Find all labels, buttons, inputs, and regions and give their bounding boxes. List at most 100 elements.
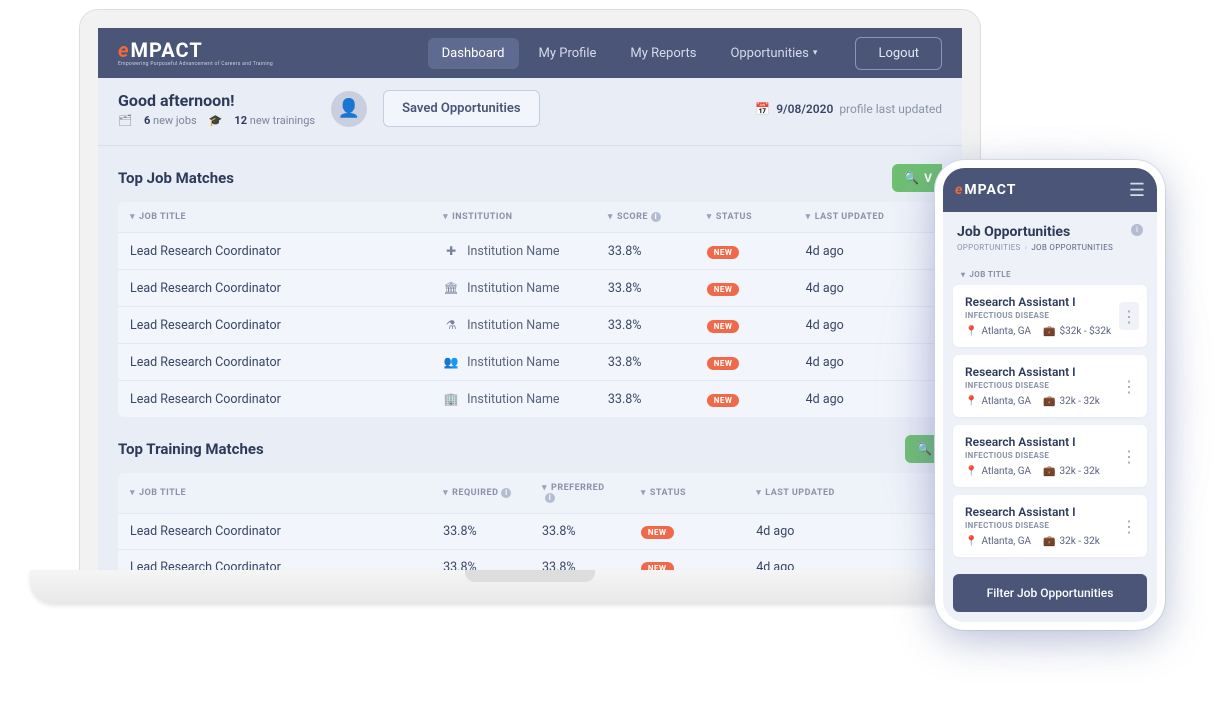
breadcrumb: OPPORTUNITIES › JOB OPPORTUNITIES [957, 243, 1143, 252]
job-card[interactable]: Research Assistant I INFECTIOUS DISEASE 📍A… [953, 285, 1147, 347]
card-department: INFECTIOUS DISEASE [965, 311, 1135, 320]
nav-label: Dashboard [442, 46, 505, 61]
info-icon[interactable]: i [651, 212, 661, 222]
cell-institution: 🏛Institution Name [431, 270, 596, 307]
institution-icon: 👥 [443, 354, 459, 370]
new-trainings-count: 12 [234, 114, 247, 127]
saved-opportunities-button[interactable]: Saved Opportunities [383, 90, 539, 127]
card-menu-icon[interactable]: ⋮ [1119, 372, 1139, 400]
info-icon[interactable]: i [501, 488, 511, 498]
logo-text: MPACT [964, 182, 1016, 198]
mobile-titlebar: Job Opportunities OPPORTUNITIES › JOB OP… [943, 212, 1157, 260]
col-status[interactable]: ▾STATUS [695, 202, 794, 233]
location-pin-icon: 📍 [965, 396, 977, 407]
table-row[interactable]: Lead Research Coordinator🏛Institution Na… [118, 270, 942, 307]
search-icon: 🔍 [917, 442, 932, 456]
training-section-title-row: Top Training Matches 🔍 [98, 417, 962, 473]
new-jobs-count: 6 [144, 114, 150, 127]
col-status[interactable]: ▾STATUS [629, 473, 744, 514]
new-badge: NEW [707, 246, 740, 259]
jobs-section-title-row: Top Job Matches 🔍 V [98, 146, 962, 202]
nav-my-profile[interactable]: My Profile [525, 38, 611, 69]
nav-opportunities[interactable]: Opportunities ▾ [716, 38, 831, 69]
logo-tagline: Empowering Purposeful Advancement of Car… [118, 62, 273, 67]
filter-button[interactable]: Filter Job Opportunities [953, 574, 1147, 612]
job-card[interactable]: Research Assistant IINFECTIOUS DISEASE📍A… [953, 355, 1147, 417]
col-score[interactable]: ▾SCOREi [596, 202, 695, 233]
jobs-section-title: Top Job Matches [118, 169, 234, 187]
sort-icon: ▾ [641, 488, 646, 498]
briefcase-icon: 🗂 [118, 114, 132, 127]
phone-screen: eMPACT ☰ Job Opportunities OPPORTUNITIES… [943, 168, 1157, 622]
avatar[interactable]: 👤 [331, 91, 367, 127]
nav-my-reports[interactable]: My Reports [616, 38, 710, 69]
profile-updated-label: profile last updated [839, 102, 942, 116]
col-required[interactable]: ▾REQUIREDi [431, 473, 530, 514]
nav-dashboard[interactable]: Dashboard [428, 38, 519, 69]
mobile-list-header[interactable]: ▾ JOB TITLE [953, 260, 1147, 285]
breadcrumb-current: JOB OPPORTUNITIES [1031, 243, 1113, 252]
sort-icon: ▾ [443, 488, 448, 498]
table-row[interactable]: Lead Research Coordinator⚗Institution Na… [118, 307, 942, 344]
logout-button[interactable]: Logout [855, 37, 942, 70]
sort-icon: ▾ [707, 212, 712, 222]
col-job-title[interactable]: ▾JOB TITLE [118, 202, 431, 233]
cell-job-title: Lead Research Coordinator [118, 550, 431, 571]
institution-icon: ⚗ [443, 317, 459, 333]
col-last-updated[interactable]: ▾LAST UPDATED [794, 202, 942, 233]
mobile-list-header-label: JOB TITLE [969, 270, 1010, 279]
chevron-down-icon: ▾ [813, 48, 818, 58]
card-menu-icon[interactable]: ⋮ [1119, 512, 1139, 540]
new-badge: NEW [641, 526, 674, 539]
brand-logo[interactable]: eMPACT Empowering Purposeful Advancement… [118, 40, 273, 67]
sort-icon: ▾ [130, 212, 135, 222]
cell-score: 33.8% [596, 344, 695, 381]
sort-icon: ▾ [756, 488, 761, 498]
subheader: Good afternoon! 🗂 6 new jobs 🎓 12 new tr… [98, 78, 962, 146]
breadcrumb-root[interactable]: OPPORTUNITIES [957, 243, 1021, 252]
salary-icon: 💼 [1043, 396, 1055, 407]
job-card[interactable]: Research Assistant IINFECTIOUS DISEASE📍A… [953, 495, 1147, 557]
card-title: Research Assistant I [965, 505, 1135, 519]
card-meta: 📍Atlanta, GA💼$32k - $32k [965, 326, 1135, 337]
hamburger-menu-icon[interactable]: ☰ [1129, 180, 1145, 201]
institution-icon: 🏢 [443, 391, 459, 407]
cell-last-updated: 4d ago [794, 381, 942, 418]
sort-icon: ▾ [806, 212, 811, 222]
col-job-title[interactable]: ▾JOB TITLE [118, 473, 431, 514]
salary-icon: 💼 [1043, 536, 1055, 547]
cell-status: NEW [695, 270, 794, 307]
card-title: Research Assistant I [965, 435, 1135, 449]
institution-icon: ✚ [443, 243, 459, 259]
table-row[interactable]: Lead Research Coordinator33.8%33.8%NEW4d… [118, 550, 942, 571]
table-row[interactable]: Lead Research Coordinator👥Institution Na… [118, 344, 942, 381]
new-jobs-label: new jobs [153, 114, 197, 127]
mobile-brand-logo[interactable]: eMPACT [955, 182, 1016, 198]
col-preferred[interactable]: ▾PREFERREDi [530, 473, 629, 514]
card-menu-icon[interactable]: ⋮ [1119, 442, 1139, 470]
col-last-updated[interactable]: ▾LAST UPDATED [744, 473, 942, 514]
logo-accent: e [118, 40, 129, 60]
logo-text: MPACT [130, 40, 202, 60]
cell-last-updated: 4d ago [794, 270, 942, 307]
new-trainings-label: new trainings [250, 114, 315, 127]
job-card[interactable]: Research Assistant IINFECTIOUS DISEASE📍A… [953, 425, 1147, 487]
table-row[interactable]: Lead Research Coordinator🏢Institution Na… [118, 381, 942, 418]
cell-job-title: Lead Research Coordinator [118, 344, 431, 381]
info-icon[interactable]: i [545, 493, 555, 503]
table-row[interactable]: Lead Research Coordinator✚Institution Na… [118, 233, 942, 270]
col-institution[interactable]: ▾INSTITUTION [431, 202, 596, 233]
nav-label: Opportunities [730, 46, 808, 61]
app-header: eMPACT Empowering Purposeful Advancement… [98, 28, 962, 78]
jobs-table: ▾JOB TITLE ▾INSTITUTION ▾SCOREi ▾STATUS … [118, 202, 942, 417]
cell-institution: ✚Institution Name [431, 233, 596, 270]
cell-score: 33.8% [596, 233, 695, 270]
card-department: INFECTIOUS DISEASE [965, 521, 1135, 530]
card-menu-icon[interactable]: ⋮ [1119, 302, 1139, 330]
cell-required: 33.8% [431, 514, 530, 550]
card-title: Research Assistant I [965, 295, 1135, 309]
table-row[interactable]: Lead Research Coordinator33.8%33.8%NEW4d… [118, 514, 942, 550]
info-icon[interactable]: i [1131, 224, 1143, 236]
view-all-label: V [924, 171, 932, 185]
cell-institution: 👥Institution Name [431, 344, 596, 381]
